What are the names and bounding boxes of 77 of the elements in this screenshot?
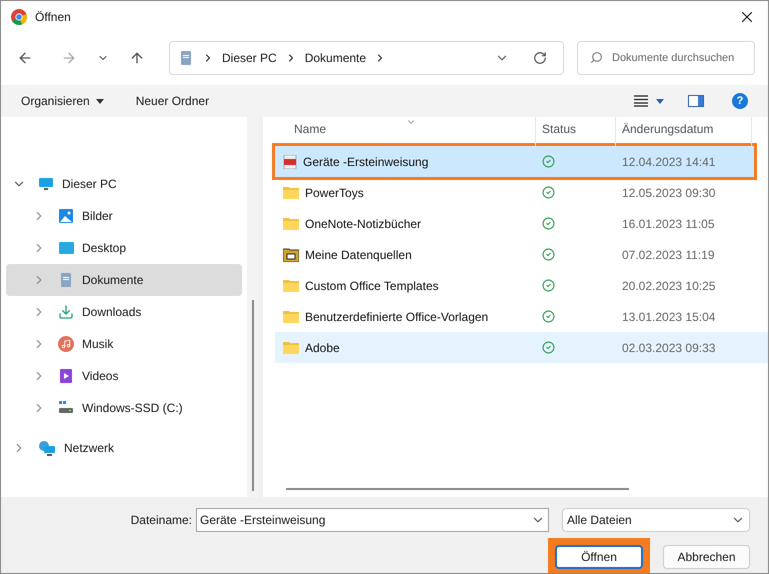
- navigation-item[interactable]: Downloads: [6, 296, 242, 328]
- folder-icon: [283, 310, 299, 323]
- cancel-button[interactable]: Abbrechen: [663, 545, 750, 569]
- file-row[interactable]: Custom Office Templates 20.02.2023 10:25: [275, 270, 768, 301]
- organize-button[interactable]: Organisieren: [21, 92, 104, 110]
- preview-pane-icon[interactable]: [688, 95, 704, 107]
- modified-date: 07.02.2023 11:19: [621, 246, 715, 264]
- sync-check-icon: [542, 341, 555, 354]
- navigation-item[interactable]: Videos: [6, 360, 242, 392]
- modified-date: 13.01.2023 15:04: [621, 308, 716, 326]
- pdf-file-icon: [283, 154, 297, 168]
- document-icon: [58, 272, 74, 288]
- help-button[interactable]: ?: [732, 93, 748, 109]
- file-name: OneNote-Notizbücher: [305, 216, 422, 232]
- folder-icon: [283, 341, 299, 354]
- open-button[interactable]: Öffnen: [555, 545, 643, 569]
- file-type-dropdown[interactable]: Alle Dateien: [562, 508, 750, 532]
- sync-check-icon: [542, 186, 555, 199]
- search-icon: [590, 51, 603, 64]
- modified-date: 02.03.2023 09:33: [621, 340, 716, 356]
- horizontal-scrollbar[interactable]: [286, 488, 629, 490]
- file-name: Custom Office Templates: [305, 278, 439, 294]
- dropdown-triangle-icon[interactable]: [656, 98, 664, 104]
- breadcrumb-item[interactable]: Dieser PC: [222, 49, 277, 67]
- address-bar[interactable]: Dieser PC Dokumente: [169, 41, 564, 75]
- file-row[interactable]: OneNote-Notizbücher 16.01.2023 11:05: [275, 208, 768, 239]
- list-view-icon[interactable]: [634, 95, 648, 107]
- video-icon: [58, 368, 74, 384]
- breadcrumb-item[interactable]: Dokumente: [304, 49, 366, 67]
- file-row[interactable]: Adobe 02.03.2023 09:33: [275, 332, 768, 363]
- navigation-item[interactable]: Dieser PC: [6, 168, 242, 200]
- window-title: Öffnen: [35, 9, 71, 26]
- navigation-item[interactable]: Musik: [6, 328, 242, 360]
- document-icon: [178, 50, 194, 66]
- network-icon: [38, 440, 56, 456]
- desktop-icon: [58, 240, 74, 256]
- folder-icon: [283, 186, 299, 199]
- sync-check-icon: [542, 155, 555, 168]
- modified-date: 12.04.2023 14:41: [621, 154, 716, 170]
- filename-label: Dateiname:: [130, 512, 192, 529]
- file-name: PowerToys: [305, 184, 364, 202]
- search-field[interactable]: Dokumente durchsuchen: [577, 41, 755, 75]
- navigation-item[interactable]: Bilder: [6, 200, 242, 232]
- drive-icon: [58, 400, 74, 416]
- dropdown-triangle-icon: [96, 98, 104, 104]
- sync-check-icon: [542, 217, 555, 230]
- navigation-item[interactable]: Windows-SSD (C:): [6, 392, 242, 424]
- new-folder-button[interactable]: Neuer Ordner: [136, 92, 210, 110]
- file-name: Adobe: [305, 340, 340, 356]
- sync-check-icon: [542, 310, 555, 323]
- folder-icon: [283, 279, 299, 292]
- up-arrow-icon[interactable]: [129, 50, 145, 66]
- folder-icon: [283, 217, 299, 230]
- file-name: Meine Datenquellen: [305, 246, 412, 264]
- download-icon: [58, 304, 74, 320]
- music-icon: [58, 336, 74, 352]
- file-name: Geräte -Ersteinweisung: [303, 154, 428, 170]
- navigation-item[interactable]: Desktop: [6, 232, 242, 264]
- filename-field[interactable]: Geräte -Ersteinweisung: [196, 508, 549, 532]
- modified-date: 12.05.2023 09:30: [621, 184, 716, 202]
- modified-date: 16.01.2023 11:05: [621, 216, 715, 232]
- folder-icon: [283, 248, 299, 262]
- picture-icon: [58, 208, 74, 224]
- file-row[interactable]: Geräte -Ersteinweisung 12.04.2023 14:41: [275, 146, 754, 177]
- sync-check-icon: [542, 279, 555, 292]
- navigation-item[interactable]: Dokumente: [6, 264, 242, 296]
- file-row[interactable]: PowerToys 12.05.2023 09:30: [275, 177, 768, 208]
- sync-check-icon: [542, 248, 555, 261]
- navigation-item[interactable]: Netzwerk: [6, 432, 242, 464]
- file-name: Benutzerdefinierte Office-Vorlagen: [305, 308, 488, 326]
- refresh-icon[interactable]: [533, 51, 547, 65]
- scrollbar-thumb[interactable]: [252, 300, 254, 491]
- modified-date: 20.02.2023 10:25: [621, 278, 716, 294]
- monitor-icon: [38, 176, 54, 192]
- file-row[interactable]: Meine Datenquellen 07.02.2023 11:19: [275, 239, 768, 270]
- browser-logo-icon: [11, 9, 27, 25]
- file-row[interactable]: Benutzerdefinierte Office-Vorlagen 13.01.2023 15:04: [275, 301, 768, 332]
